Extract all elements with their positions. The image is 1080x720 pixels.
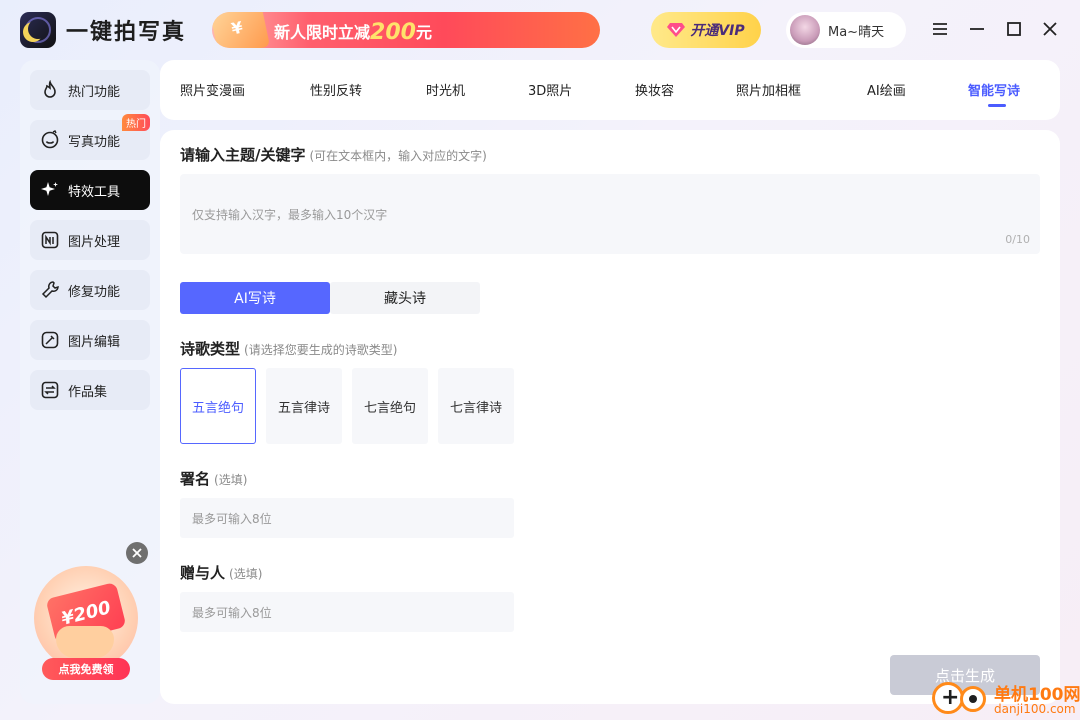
sidebar-item-portrait[interactable]: 写真功能 热门 [30, 114, 150, 160]
promo-unit: 元 [415, 23, 432, 42]
tab-gender-swap[interactable]: 性别反转 [310, 80, 362, 99]
promo-banner[interactable]: 新人限时立减200元 07 : 31 : 31 : 54 [212, 12, 600, 48]
close-icon[interactable] [1039, 18, 1061, 40]
sidebar-item-hot[interactable]: 热门功能 [30, 70, 150, 110]
sidebar-item-gallery[interactable]: 作品集 [30, 370, 150, 410]
sidebar-item-label: 写真功能 [68, 134, 121, 150]
feature-tabs: 照片变漫画 性别反转 时光机 3D照片 换妆容 照片加相框 AI绘画 智能写诗 [160, 60, 1060, 120]
vip-label: 开通VIP [690, 23, 745, 39]
topic-title: 请输入主题/关键字 (可在文本框内，输入对应的文字) [180, 144, 487, 165]
tab-smart-poem[interactable]: 智能写诗 [968, 80, 1020, 99]
signature-input[interactable]: 最多可输入8位 [180, 498, 514, 538]
sidebar-item-label: 修复功能 [68, 284, 121, 300]
user-profile[interactable]: Ma~晴天 [786, 12, 906, 48]
tab-photo-to-cartoon[interactable]: 照片变漫画 [180, 80, 245, 99]
sidebar-item-label: 图片处理 [68, 234, 121, 250]
tab-makeup[interactable]: 换妆容 [635, 80, 674, 99]
sidebar-item-label: 作品集 [68, 384, 108, 400]
sidebar-item-label: 图片编辑 [68, 334, 121, 350]
ai-poem-button[interactable]: AI写诗 [180, 282, 330, 314]
sparkle-icon [41, 182, 58, 196]
site-watermark: 单机100网 danji100.com [930, 680, 1080, 720]
active-tab-indicator [988, 104, 1006, 107]
app-title: 一键拍写真 [66, 20, 187, 45]
edit-icon [41, 331, 59, 349]
tab-ai-painting[interactable]: AI绘画 [867, 80, 906, 99]
minimize-icon[interactable] [966, 18, 988, 40]
acrostic-poem-button[interactable]: 藏头诗 [330, 282, 480, 314]
gallery-icon [41, 381, 59, 399]
signature-placeholder: 最多可输入8位 [192, 511, 272, 526]
recipient-input[interactable]: 最多可输入8位 [180, 592, 514, 632]
menu-icon[interactable] [929, 18, 951, 40]
poem-type-title: 诗歌类型 (请选择您要生成的诗歌类型) [180, 338, 397, 359]
vip-button[interactable]: 开通VIP [651, 12, 761, 48]
hot-badge: 热门 [122, 114, 150, 131]
signature-label: 署名 [180, 470, 211, 488]
app-logo [20, 12, 56, 48]
char-counter: 0/10 [1005, 233, 1030, 246]
avatar [790, 15, 820, 45]
sidebar-item-effects[interactable]: 特效工具 [30, 170, 150, 210]
tab-time-machine[interactable]: 时光机 [426, 80, 465, 99]
signature-title: 署名 (选填) [180, 468, 247, 489]
wrench-icon [41, 281, 59, 299]
recipient-title: 赠与人 (选填) [180, 562, 262, 583]
poem-type-option[interactable]: 七言绝句 [352, 368, 428, 444]
sidebar-item-edit[interactable]: 图片编辑 [30, 320, 150, 360]
flame-icon [44, 80, 56, 98]
diamond-icon [667, 22, 686, 38]
face-icon [41, 130, 59, 149]
recipient-label: 赠与人 [180, 564, 226, 582]
promo-amount: 200 [370, 20, 416, 45]
poem-type-option[interactable]: 五言律诗 [266, 368, 342, 444]
tab-3d-photo[interactable]: 3D照片 [528, 80, 572, 99]
claim-coupon-button[interactable]: 点我免费领 [42, 658, 130, 680]
hand-icon [56, 626, 114, 658]
image-process-icon [41, 231, 59, 249]
promo-text: 新人限时立减200元 [274, 19, 432, 45]
topic-input[interactable]: 仅支持输入汉字，最多输入10个汉字 0/10 [180, 174, 1040, 254]
close-icon [132, 548, 142, 558]
watermark-url: danji100.com [994, 702, 1076, 716]
poem-type-option[interactable]: 七言律诗 [438, 368, 514, 444]
poem-type-hint: (请选择您要生成的诗歌类型) [244, 343, 398, 357]
title-bar: 一键拍写真 新人限时立减200元 07 : 31 : 31 : 54 开通VIP… [0, 0, 1080, 60]
tab-photo-frame[interactable]: 照片加相框 [736, 80, 801, 99]
sidebar-item-label: 特效工具 [68, 184, 121, 200]
topic-label: 请输入主题/关键字 [180, 146, 306, 164]
topic-hint: (可在文本框内，输入对应的文字) [309, 149, 487, 163]
poem-type-label: 诗歌类型 [180, 340, 241, 358]
recipient-placeholder: 最多可输入8位 [192, 605, 272, 620]
maximize-icon[interactable] [1003, 18, 1025, 40]
sidebar-item-image-process[interactable]: 图片处理 [30, 220, 150, 260]
recipient-hint: (选填) [229, 567, 263, 581]
coupon-icon [212, 12, 271, 48]
topic-placeholder: 仅支持输入汉字，最多输入10个汉字 [192, 208, 388, 222]
poem-type-option[interactable]: 五言绝句 [180, 368, 256, 444]
coupon-ad[interactable]: ¥200 点我免费领 [34, 566, 138, 684]
promo-label: 新人限时立减 [274, 23, 371, 42]
user-name: Ma~晴天 [828, 24, 885, 40]
sidebar-item-label: 热门功能 [68, 84, 121, 100]
signature-hint: (选填) [214, 473, 248, 487]
sidebar-item-repair[interactable]: 修复功能 [30, 270, 150, 310]
close-ad-button[interactable] [126, 542, 148, 564]
